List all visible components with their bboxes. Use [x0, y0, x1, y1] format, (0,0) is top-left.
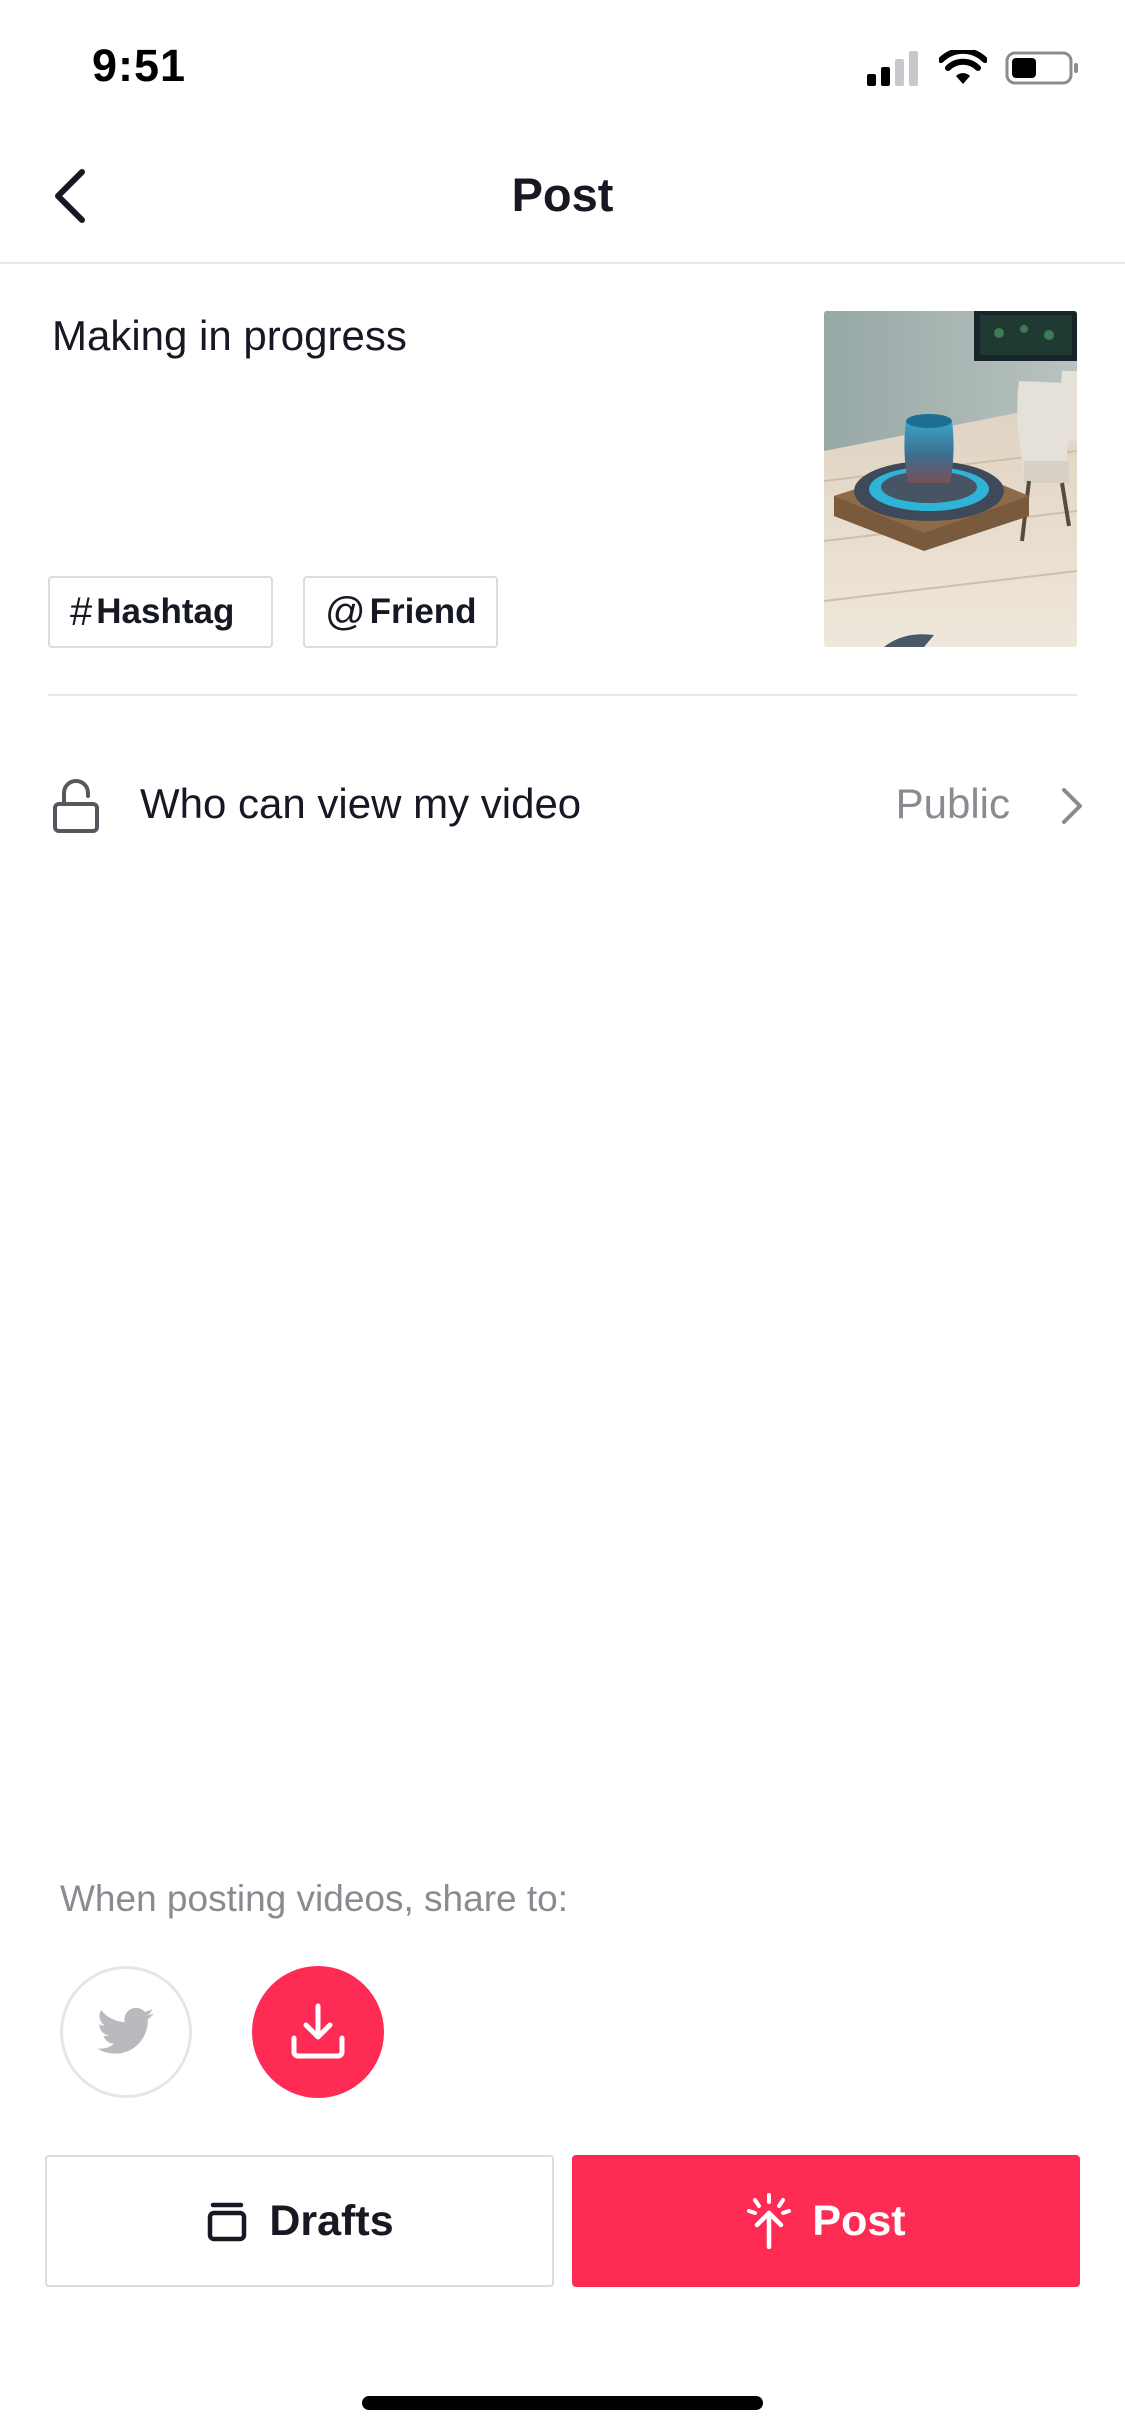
privacy-value: Public	[895, 780, 1010, 827]
drafts-icon	[208, 2202, 247, 2242]
friend-label: Friend	[369, 592, 477, 631]
home-indicator[interactable]	[362, 2396, 763, 2410]
status-time: 9:51	[92, 40, 187, 91]
post-button[interactable]: Post	[572, 2155, 1080, 2287]
share-label: When posting videos, share to:	[60, 1878, 569, 1919]
post-upload-icon	[747, 2193, 792, 2249]
privacy-setting-row[interactable]: Who can view my video Public	[0, 756, 1125, 852]
mention-symbol: @	[325, 589, 366, 634]
share-twitter-button[interactable]	[60, 1966, 192, 2098]
hashtag-symbol: #	[70, 589, 93, 634]
status-icons	[865, 50, 1081, 86]
post-label: Post	[812, 2196, 906, 2245]
cellular-signal-icon	[867, 51, 918, 86]
wifi-icon	[939, 50, 987, 84]
battery-icon	[1005, 51, 1078, 85]
video-thumbnail[interactable]	[824, 311, 1077, 647]
content-divider	[48, 694, 1077, 696]
hashtag-label: Hashtag	[96, 592, 235, 631]
unlock-icon	[53, 779, 99, 833]
caption-input[interactable]: Making in progress	[52, 312, 772, 360]
video-thumbnail-image	[824, 311, 1077, 647]
drafts-button[interactable]: Drafts	[45, 2155, 554, 2287]
hashtag-button[interactable]: # Hashtag	[48, 576, 273, 648]
friend-button[interactable]: @ Friend	[303, 576, 498, 648]
privacy-label: Who can view my video	[140, 780, 582, 827]
header-divider	[0, 262, 1125, 264]
save-to-device-button[interactable]	[252, 1966, 384, 2098]
chevron-right-icon	[1062, 788, 1082, 824]
download-icon	[291, 2003, 345, 2059]
page-title: Post	[511, 168, 614, 221]
twitter-icon	[97, 2008, 154, 2054]
drafts-label: Drafts	[269, 2196, 394, 2245]
